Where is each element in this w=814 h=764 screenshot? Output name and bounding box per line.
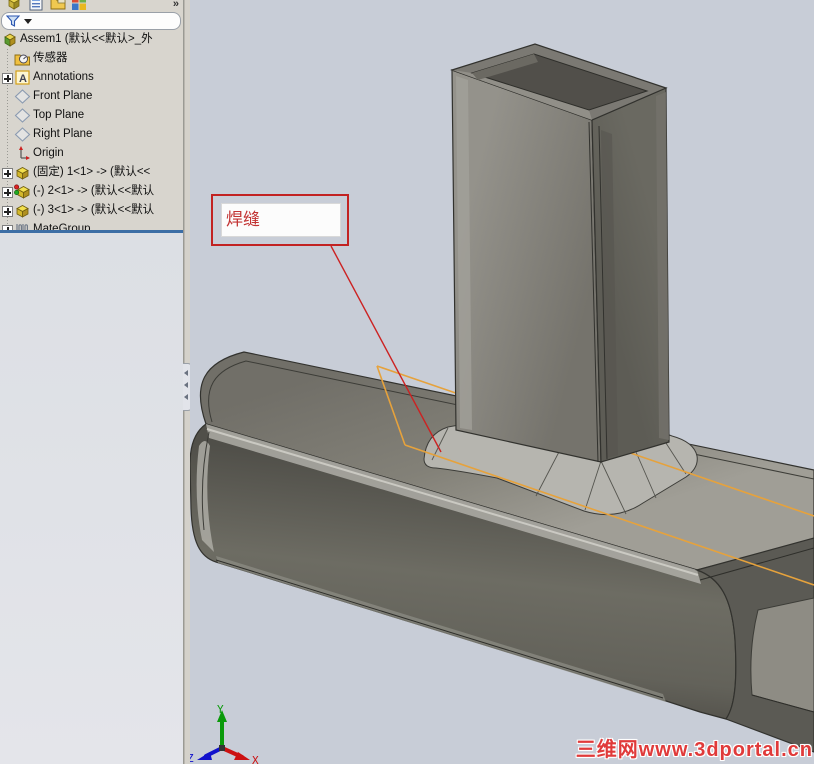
collapse-arrow-icon bbox=[184, 394, 188, 400]
solidworks-window: » Assem1 (默认<<默认>_外传感器 A Annotations Front … bbox=[0, 0, 814, 764]
configuration-manager-icon[interactable] bbox=[49, 0, 67, 12]
tree-item[interactable]: 传感器 bbox=[0, 49, 183, 68]
panel-lower-pane bbox=[0, 233, 183, 764]
collapse-arrow-icon bbox=[184, 370, 188, 376]
filter-dropdown-caret[interactable] bbox=[24, 19, 32, 24]
tree-item[interactable]: Front Plane bbox=[0, 87, 183, 106]
expand-toggle[interactable] bbox=[2, 187, 13, 198]
tree-item-label: Top Plane bbox=[33, 109, 85, 121]
part-icon bbox=[16, 205, 29, 218]
sensors-icon bbox=[14, 54, 30, 66]
filter-funnel-icon bbox=[6, 15, 20, 27]
triad-y-label: Y bbox=[217, 703, 224, 716]
orientation-triad: Y X Z bbox=[190, 703, 259, 764]
tree-item[interactable]: Right Plane bbox=[0, 125, 183, 144]
assembly-icon bbox=[4, 33, 16, 47]
watermark: 三维网www.3dportal.cn bbox=[575, 739, 813, 761]
panel-tab-toolbar: » bbox=[0, 0, 183, 11]
vertical-tube[interactable] bbox=[450, 43, 670, 463]
origin-icon bbox=[19, 146, 30, 160]
tree-item[interactable]: A Annotations bbox=[0, 68, 183, 87]
expand-toggle[interactable] bbox=[2, 206, 13, 217]
tree-item[interactable]: Assem1 (默认<<默认>_外 bbox=[0, 30, 183, 49]
collapse-arrow-icon bbox=[184, 382, 188, 388]
tree-item[interactable]: (-) 2<1> -> (默认<<默认 bbox=[0, 182, 183, 201]
model-3d-view[interactable]: Y X Z bbox=[190, 0, 814, 764]
tree-item[interactable]: (固定) 1<1> -> (默认<< bbox=[0, 163, 183, 182]
tree-item-label: Assem1 (默认<<默认>_外 bbox=[20, 33, 153, 45]
weld-annotation-text[interactable]: 焊缝 bbox=[221, 203, 341, 237]
part-icon bbox=[16, 167, 29, 180]
graphics-viewport[interactable]: Y X Z 焊缝 三维网www.3dportal.cn bbox=[190, 0, 814, 764]
plane-icon bbox=[14, 108, 31, 123]
triad-x-label: X bbox=[252, 754, 259, 764]
weld-annotation[interactable]: 焊缝 bbox=[211, 194, 349, 246]
expand-toggle[interactable] bbox=[2, 168, 13, 179]
toolbar-overflow-button[interactable]: » bbox=[173, 0, 179, 10]
feature-manager-icon[interactable] bbox=[5, 0, 23, 12]
triad-z-label: Z bbox=[190, 752, 194, 764]
filter-bar[interactable] bbox=[1, 12, 181, 30]
tree-item-label: Origin bbox=[33, 147, 64, 159]
tree-item[interactable]: Top Plane bbox=[0, 106, 183, 125]
part-alert-icon bbox=[14, 184, 30, 199]
feature-tree: Assem1 (默认<<默认>_外传感器 A Annotations Front Pl… bbox=[0, 30, 183, 239]
plane-icon bbox=[14, 89, 31, 104]
expand-toggle[interactable] bbox=[2, 73, 13, 84]
tree-item[interactable]: (-) 3<1> -> (默认<<默认 bbox=[0, 201, 183, 220]
tree-item-label: 传感器 bbox=[33, 52, 68, 64]
svg-text:A: A bbox=[19, 73, 27, 85]
annotations-icon: A bbox=[15, 70, 30, 85]
property-manager-icon[interactable] bbox=[27, 0, 45, 12]
addins-manager-icon[interactable] bbox=[70, 0, 88, 12]
plane-icon bbox=[14, 127, 31, 142]
feature-manager-panel: » Assem1 (默认<<默认>_外传感器 A Annotations Front … bbox=[0, 0, 184, 764]
tree-item[interactable]: Origin bbox=[0, 144, 183, 163]
